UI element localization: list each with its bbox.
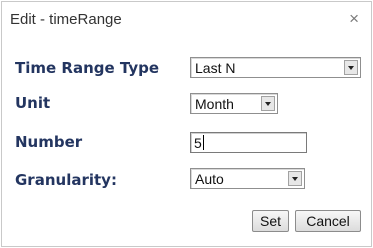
chevron-down-icon[interactable]	[288, 171, 302, 186]
time-range-type-select[interactable]: Last N	[190, 57, 361, 78]
chevron-down-icon[interactable]	[261, 96, 275, 111]
chevron-down-icon[interactable]	[344, 60, 358, 75]
unit-select[interactable]: Month	[190, 93, 278, 114]
granularity-value: Auto	[195, 171, 224, 187]
number-label: Number	[15, 133, 83, 151]
time-range-type-value: Last N	[195, 60, 236, 76]
time-range-type-label: Time Range Type	[15, 59, 160, 77]
dialog-titlebar: Edit - timeRange ×	[2, 2, 371, 36]
number-input[interactable]: 5	[190, 132, 307, 153]
edit-dialog: Edit - timeRange × Time Range Type Last …	[1, 1, 372, 247]
unit-value: Month	[195, 96, 234, 112]
dialog-title: Edit - timeRange	[10, 11, 122, 28]
number-value: 5	[194, 135, 204, 151]
close-icon[interactable]: ×	[349, 10, 359, 27]
set-button[interactable]: Set	[252, 210, 289, 232]
granularity-select[interactable]: Auto	[190, 168, 305, 189]
cancel-button[interactable]: Cancel	[295, 210, 361, 232]
granularity-label: Granularity:	[15, 171, 117, 189]
unit-label: Unit	[15, 94, 51, 112]
